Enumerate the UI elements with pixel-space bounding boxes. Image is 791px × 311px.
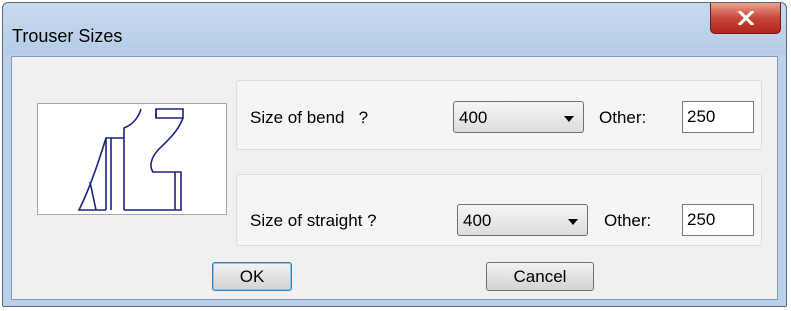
chevron-down-icon: [568, 219, 578, 225]
chevron-down-icon: [564, 116, 574, 122]
straight-label: Size of straight ?: [250, 211, 377, 230]
ok-button[interactable]: OK: [212, 262, 292, 291]
straight-size-select[interactable]: 400: [457, 204, 588, 236]
straight-size-value: 400: [463, 211, 492, 230]
trouser-preview: [37, 103, 227, 215]
title-bar[interactable]: Trouser Sizes: [3, 3, 786, 55]
bend-size-value: 400: [459, 108, 488, 127]
bend-size-select[interactable]: 400: [453, 101, 584, 133]
bend-other-field[interactable]: [682, 101, 754, 133]
straight-group: Size of straight ? 400 Other:: [236, 174, 762, 246]
dialog-window: Trouser Sizes Size of bend ? 400 Other: …: [2, 2, 787, 307]
dialog-body: Size of bend ? 400 Other: Size of straig…: [11, 56, 778, 300]
bend-other-label: Other:: [599, 108, 647, 127]
trouser-shape-icon: [77, 108, 184, 211]
close-icon: [737, 11, 754, 25]
straight-other-field[interactable]: [682, 204, 754, 236]
bend-label: Size of bend ?: [250, 108, 369, 127]
bend-group: Size of bend ? 400 Other:: [236, 80, 762, 150]
close-button[interactable]: [710, 3, 781, 34]
straight-other-label: Other:: [604, 211, 652, 230]
cancel-button[interactable]: Cancel: [486, 262, 594, 291]
window-title: Trouser Sizes: [12, 26, 123, 46]
